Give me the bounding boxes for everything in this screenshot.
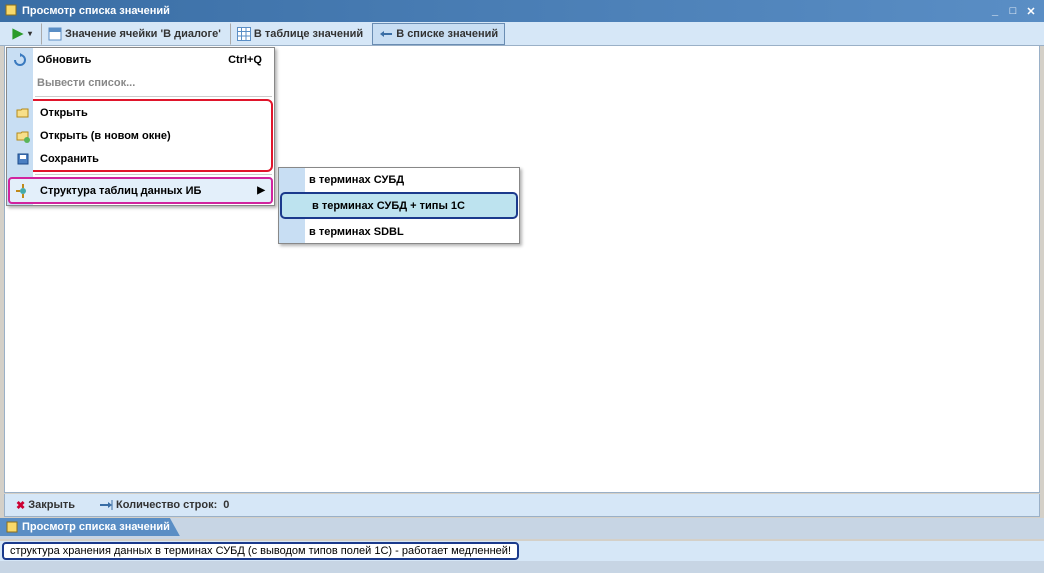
play-icon [11, 27, 25, 41]
list-arrow-icon [379, 27, 393, 41]
value-table-label: В таблице значений [254, 28, 363, 40]
run-dropdown-button[interactable]: ▾ [4, 23, 39, 45]
menu-separator [35, 96, 272, 97]
chevron-right-icon: ▶ [257, 185, 265, 196]
value-table-button[interactable]: В таблице значений [230, 23, 370, 45]
titlebar: Просмотр списка значений _ □ ✕ [0, 0, 1044, 22]
status-message: структура хранения данных в терминах СУБ… [2, 542, 519, 560]
bottom-toolbar: ✖ Закрыть Количество строк: 0 [4, 494, 1040, 517]
menu-open[interactable]: Открыть [10, 101, 271, 124]
menu-open-new-label: Открыть (в новом окне) [40, 130, 171, 142]
maximize-button[interactable]: □ [1006, 4, 1020, 18]
menu-structure-label: Структура таблиц данных ИБ [40, 185, 201, 197]
close-icon: ✖ [16, 499, 25, 512]
menu-update[interactable]: Обновить Ctrl+Q [7, 48, 274, 71]
value-list-button[interactable]: В списке значений [372, 23, 505, 45]
close-window-button[interactable]: ✕ [1024, 4, 1038, 18]
cell-icon [48, 27, 62, 41]
menu-save[interactable]: Сохранить [10, 147, 271, 170]
row-count-label: Количество строк: [116, 499, 217, 511]
value-list-label: В списке значений [396, 28, 498, 40]
bottom-pad [0, 561, 1044, 573]
refresh-icon [12, 52, 28, 68]
submenu-terms-subd[interactable]: в терминах СУБД [279, 168, 519, 191]
minimize-button[interactable]: _ [988, 4, 1002, 18]
structure-icon [15, 183, 31, 199]
cell-value-label: Значение ячейки 'В диалоге' [65, 28, 221, 40]
window-title: Просмотр списка значений [22, 5, 170, 17]
menu-separator-2 [35, 174, 272, 175]
tab-label: Просмотр списка значений [22, 521, 170, 533]
main-toolbar: ▾ Значение ячейки 'В диалоге' В таблице … [0, 22, 1044, 46]
row-count-value: 0 [223, 499, 229, 511]
menu-open-new[interactable]: Открыть (в новом окне) [10, 124, 271, 147]
structure-submenu: в терминах СУБД в терминах СУБД + типы 1… [278, 167, 520, 244]
table-icon [237, 27, 251, 41]
submenu-terms-sdbl-label: в терминах SDBL [309, 226, 404, 238]
menu-structure[interactable]: Структура таблиц данных ИБ ▶ [8, 177, 273, 204]
menu-open-label: Открыть [40, 107, 88, 119]
folder-new-icon [15, 128, 31, 144]
submenu-terms-subd-1c-label: в терминах СУБД + типы 1С [312, 200, 465, 212]
menu-export-list: Вывести список... [7, 71, 274, 94]
row-count-button[interactable]: Количество строк: 0 [92, 494, 236, 516]
save-icon [15, 151, 31, 167]
tab-view-list[interactable]: Просмотр списка значений [0, 518, 180, 536]
tab-icon [6, 521, 18, 533]
menu-save-label: Сохранить [40, 153, 99, 165]
menu-update-shortcut: Ctrl+Q [228, 54, 262, 66]
app-icon [4, 3, 18, 20]
arrow-right-end-icon [99, 498, 113, 512]
statusbar: структура хранения данных в терминах СУБ… [0, 541, 1044, 561]
cell-value-button[interactable]: Значение ячейки 'В диалоге' [41, 23, 228, 45]
dropdown-chevron-icon: ▾ [28, 29, 32, 38]
context-menu: Обновить Ctrl+Q Вывести список... Открыт… [6, 47, 275, 206]
highlight-group-red: Открыть Открыть (в новом окне) Сохранить [8, 99, 273, 172]
menu-update-label: Обновить [37, 54, 91, 66]
close-button[interactable]: ✖ Закрыть [9, 494, 82, 516]
tab-bar: Просмотр списка значений [0, 518, 1044, 539]
folder-open-icon [15, 105, 31, 121]
close-label: Закрыть [28, 499, 75, 511]
submenu-terms-subd-label: в терминах СУБД [309, 174, 404, 186]
menu-export-label: Вывести список... [37, 77, 135, 89]
submenu-terms-subd-1c[interactable]: в терминах СУБД + типы 1С [280, 192, 518, 219]
submenu-terms-sdbl[interactable]: в терминах SDBL [279, 220, 519, 243]
status-text: структура хранения данных в терминах СУБ… [10, 545, 511, 557]
